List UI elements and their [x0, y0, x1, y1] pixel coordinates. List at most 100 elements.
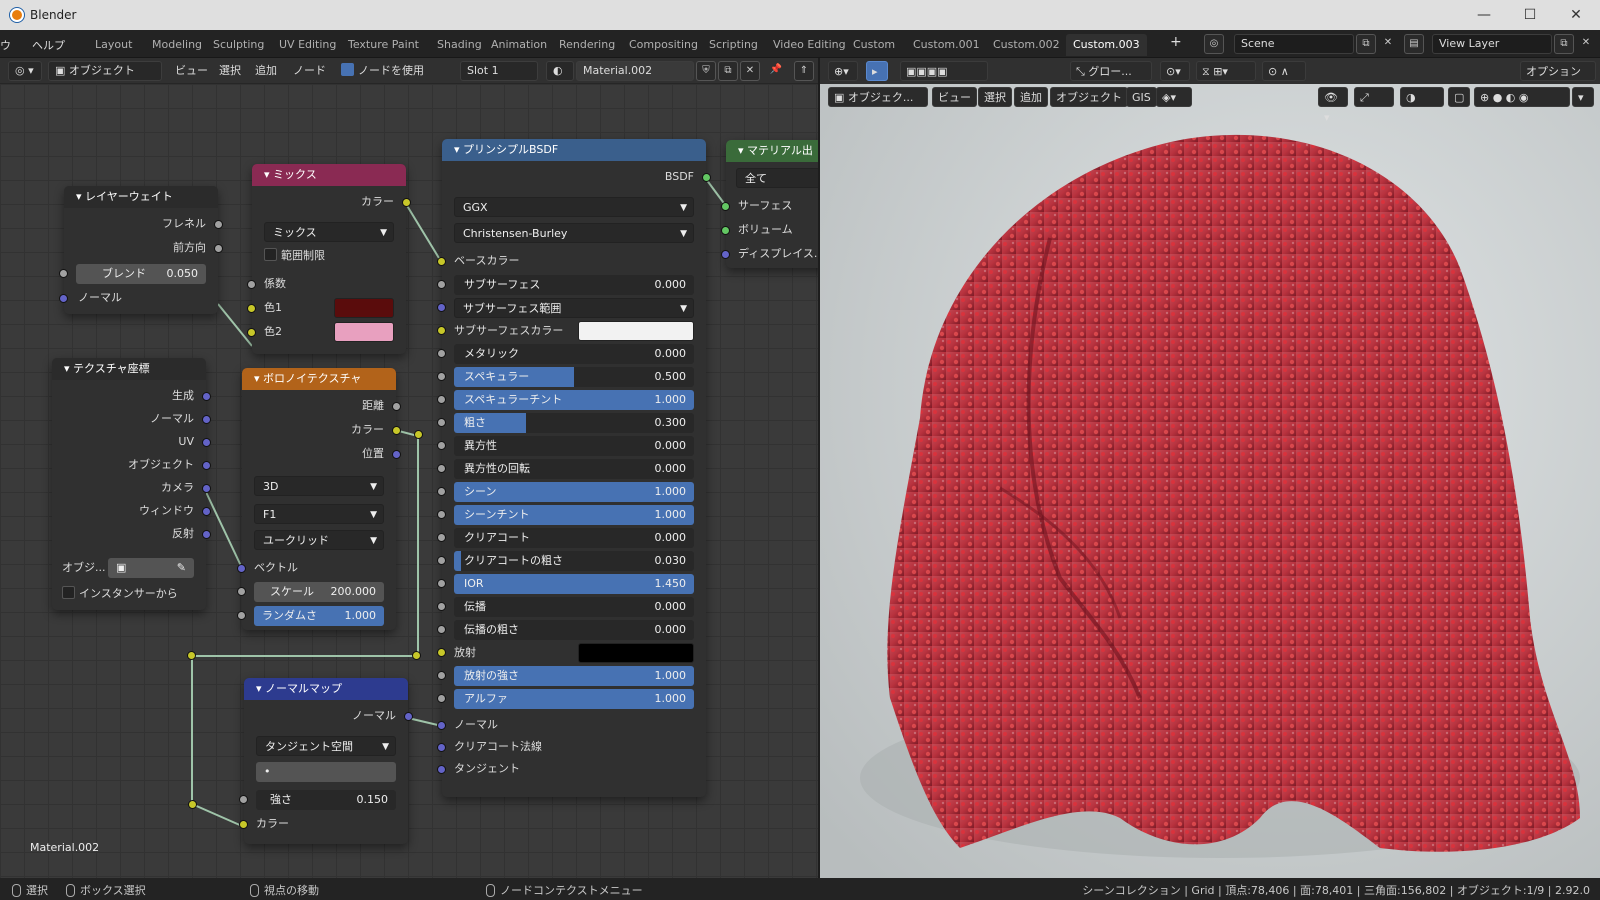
material-browse-icon[interactable]: ◐: [546, 61, 574, 81]
color2-swatch[interactable]: [334, 322, 394, 342]
select-tool-icon[interactable]: ▸: [866, 61, 888, 81]
menu-add[interactable]: 追加: [250, 61, 282, 81]
socket-texcoord-output[interactable]: [202, 507, 211, 516]
node-principled-bsdf[interactable]: ▾ プリンシプルBSDF BSDF GGX ▼ Christensen-Burle…: [437, 139, 711, 797]
visibility-dropdown[interactable]: 👁▾: [1318, 87, 1348, 124]
object-mode-dropdown[interactable]: ▣ オブジェク...: [828, 87, 928, 107]
socket-randomness[interactable]: [237, 611, 246, 620]
eyedropper-icon[interactable]: ✎: [177, 558, 186, 578]
workspace-tab[interactable]: Animation: [484, 34, 554, 56]
view-layer-field[interactable]: View Layer: [1432, 34, 1552, 54]
socket-color2[interactable]: [247, 328, 256, 337]
workspace-tab[interactable]: Custom: [846, 34, 902, 56]
overlay-toggle[interactable]: ◑: [1400, 87, 1444, 107]
socket-vector[interactable]: [237, 564, 246, 573]
new-scene-icon[interactable]: ⧉: [1356, 34, 1376, 54]
close-button[interactable]: ✕: [1566, 6, 1586, 24]
object-mode-dropdown[interactable]: ▣ オブジェクト: [48, 61, 162, 81]
distribution-dropdown[interactable]: GGX ▼: [454, 197, 694, 217]
node-header-principled[interactable]: ▾ プリンシプルBSDF: [442, 139, 706, 161]
socket-bsdf-input[interactable]: [437, 510, 446, 519]
bsdf-value-field[interactable]: 異方性 0.000: [454, 436, 694, 456]
socket-texcoord-output[interactable]: [202, 461, 211, 470]
options-dropdown[interactable]: オプション ▾: [1520, 61, 1596, 98]
socket-bsdf-input[interactable]: [437, 303, 446, 312]
strength-field[interactable]: 強さ 0.150: [256, 790, 396, 810]
workspace-tab[interactable]: Texture Paint: [341, 34, 426, 56]
menu-view[interactable]: ビュー: [170, 61, 213, 81]
socket-bsdf-input[interactable]: [437, 372, 446, 381]
slot-dropdown[interactable]: Slot 1: [460, 61, 538, 81]
add-workspace-button[interactable]: +: [1170, 34, 1182, 50]
socket-bsdf-input[interactable]: [437, 602, 446, 611]
socket-bsdf-input[interactable]: [437, 533, 446, 542]
scale-field[interactable]: スケール 200.000: [254, 582, 384, 602]
subsurface-method-dropdown[interactable]: Christensen-Burley ▼: [454, 223, 694, 243]
node-header-tex-coord[interactable]: ▾ テクスチャ座標: [52, 358, 206, 380]
from-instancer-checkbox[interactable]: インスタンサーから: [62, 584, 178, 604]
bsdf-value-field[interactable]: スペキュラーチント 1.000: [454, 390, 694, 410]
node-texture-coordinate[interactable]: ▾ テクスチャ座標 生成 ノーマル UV オブジェクト カメラ ウィンドウ 反射 オブジ..…: [52, 358, 211, 610]
snap-toggle[interactable]: ⧖ ⊞▾: [1196, 61, 1256, 81]
3d-viewport[interactable]: ⊕▾ ▸ ▣▣▣▣ ⤡ グロー... ⊙▾ ⧖ ⊞▾ ⊙ ∧ オプション ▾ ▣…: [820, 58, 1600, 878]
feature-dropdown[interactable]: F1 ▼: [254, 504, 384, 524]
node-header-material-output[interactable]: ▾ マテリアル出: [726, 140, 818, 162]
workspace-tab[interactable]: Video Editing: [766, 34, 853, 56]
menu-node[interactable]: ノード: [288, 61, 331, 81]
bsdf-color-swatch[interactable]: [578, 321, 694, 341]
gizmo-toggle[interactable]: ⤢: [1354, 87, 1394, 107]
bsdf-value-field[interactable]: 粗さ 0.300: [454, 413, 694, 433]
menu-object[interactable]: オブジェクト: [1050, 87, 1128, 107]
menu-select[interactable]: 選択: [978, 87, 1012, 107]
dimension-dropdown[interactable]: 3D ▼: [254, 476, 384, 496]
selection-mode-buttons[interactable]: ▣▣▣▣: [900, 61, 988, 81]
socket-bsdf-input[interactable]: [437, 464, 446, 473]
randomness-field[interactable]: ランダムさ 1.000: [254, 606, 384, 626]
duplicate-material-icon[interactable]: ⧉: [718, 61, 738, 81]
bsdf-value-field[interactable]: 放射の強さ 1.000: [454, 666, 694, 686]
bsdf-value-field[interactable]: クリアコートの粗さ 0.030: [454, 551, 694, 571]
bsdf-value-field[interactable]: クリアコート 0.000: [454, 528, 694, 548]
xray-toggle[interactable]: ▢: [1448, 87, 1470, 107]
new-view-layer-icon[interactable]: ⧉: [1554, 34, 1574, 54]
output-target-dropdown[interactable]: 全て: [736, 168, 818, 188]
parent-node-tree-icon[interactable]: ⇑: [794, 61, 814, 81]
menu-select[interactable]: 選択: [214, 61, 246, 81]
node-voronoi-texture[interactable]: ▾ ボロノイテクスチャ 距離 カラー 位置 3D ▼ F1 ▼ ユークリッド ▼ ベク…: [237, 368, 401, 630]
menu-gis[interactable]: GIS: [1126, 87, 1157, 107]
bsdf-value-field[interactable]: スペキュラー 0.500: [454, 367, 694, 387]
clamp-checkbox[interactable]: 範囲制限: [264, 246, 325, 266]
socket-bsdf-input[interactable]: [437, 694, 446, 703]
socket-facing[interactable]: [214, 244, 223, 253]
socket-position[interactable]: [392, 450, 401, 459]
node-header-layer-weight[interactable]: ▾ レイヤーウェイト: [64, 186, 218, 208]
bsdf-dropdown[interactable]: サブサーフェス範囲 ▼: [454, 298, 694, 318]
socket-texcoord-output[interactable]: [202, 438, 211, 447]
use-nodes-checkbox[interactable]: ノードを使用: [336, 61, 429, 81]
bsdf-value-field[interactable]: 異方性の回転 0.000: [454, 459, 694, 479]
socket-texcoord-output[interactable]: [202, 415, 211, 424]
bsdf-value-field[interactable]: アルファ 1.000: [454, 689, 694, 709]
socket-normal-out[interactable]: [404, 712, 413, 721]
workspace-tab[interactable]: UV Editing: [272, 34, 343, 56]
view-layer-selector-icon[interactable]: ▤: [1404, 34, 1424, 54]
proportional-edit-toggle[interactable]: ⊙ ∧: [1262, 61, 1306, 81]
menu-help[interactable]: ヘルプ: [32, 37, 65, 53]
space-dropdown[interactable]: タンジェント空間 ▼: [256, 736, 396, 756]
socket-volume[interactable]: [721, 226, 730, 235]
reroute-node[interactable]: [187, 651, 196, 660]
socket-displacement[interactable]: [721, 250, 730, 259]
workspace-tab[interactable]: Layout: [88, 34, 139, 56]
socket-normal[interactable]: [437, 721, 446, 730]
node-header-normal-map[interactable]: ▾ ノーマルマップ: [244, 678, 408, 700]
color1-swatch[interactable]: [334, 298, 394, 318]
editor-type-dropdown[interactable]: ◎ ▾: [8, 61, 42, 81]
socket-bsdf-input[interactable]: [437, 648, 446, 657]
menu-add[interactable]: 追加: [1014, 87, 1048, 107]
metric-dropdown[interactable]: ユークリッド ▼: [254, 530, 384, 550]
bsdf-value-field[interactable]: 伝播の粗さ 0.000: [454, 620, 694, 640]
scene-selector-icon[interactable]: ◎: [1204, 34, 1224, 54]
reroute-node[interactable]: [414, 430, 423, 439]
socket-bsdf-input[interactable]: [437, 625, 446, 634]
socket-bsdf-input[interactable]: [437, 326, 446, 335]
